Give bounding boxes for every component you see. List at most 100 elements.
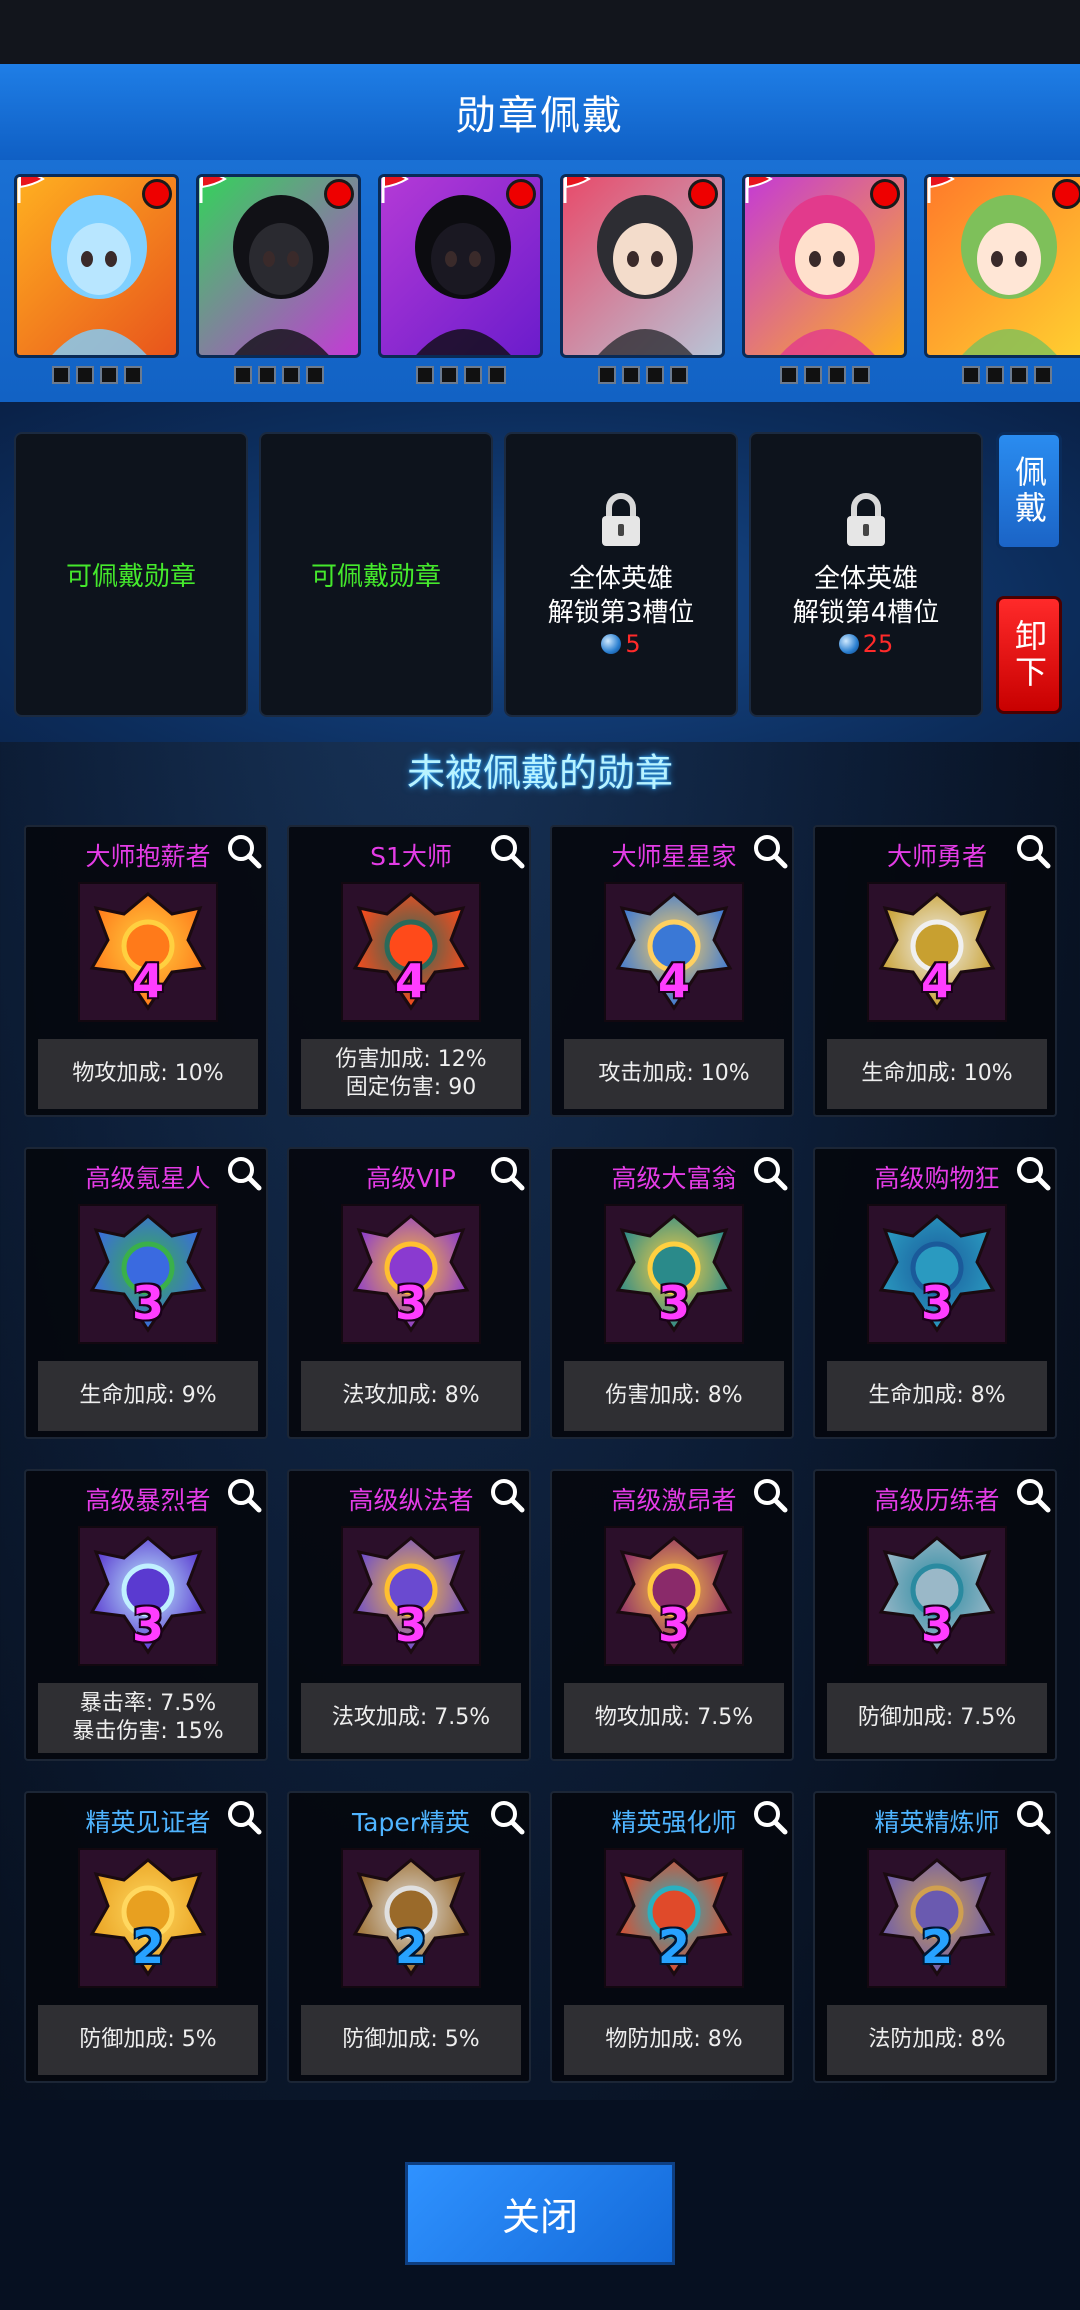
diamond-icon: [601, 633, 622, 654]
magnifier-icon[interactable]: [1013, 831, 1053, 871]
medal-card[interactable]: 高级暴烈者 3 暴击率: 7.5% 暴击伤害: 15%: [24, 1469, 268, 1761]
medal-card[interactable]: Taper精英 2 防御加成: 5%: [287, 1791, 531, 2083]
medal-pip: [985, 366, 1004, 384]
medal-card[interactable]: S1大师 4 伤害加成: 12% 固定伤害: 90: [287, 825, 531, 1117]
unequip-button[interactable]: 卸下: [996, 596, 1062, 714]
medal-pip: [1009, 366, 1028, 384]
lock-icon: [599, 492, 643, 548]
hero-portrait[interactable]: [560, 174, 725, 358]
locked-medal-slot[interactable]: 全体英雄 解锁第4槽位 25: [749, 432, 983, 717]
hero-portrait[interactable]: [196, 174, 361, 358]
hero-portrait[interactable]: [924, 174, 1080, 358]
medal-pip: [99, 366, 118, 384]
open-medal-slot[interactable]: 可佩戴勋章: [259, 432, 493, 717]
medal-level: 3: [394, 1276, 427, 1330]
hero-portrait[interactable]: [14, 174, 179, 358]
medal-card[interactable]: 精英强化师 2 物防加成: 8%: [550, 1791, 794, 2083]
hero-card[interactable]: [196, 174, 361, 399]
medal-card[interactable]: 大师勇者 4 生命加成: 10%: [813, 825, 1057, 1117]
medal-level: 3: [657, 1598, 690, 1652]
hero-card[interactable]: [742, 174, 907, 399]
hero-strip[interactable]: [0, 160, 1080, 402]
medal-card[interactable]: 高级激昂者 3 物攻加成: 7.5%: [550, 1469, 794, 1761]
red-flag-icon: [927, 177, 957, 205]
medal-card[interactable]: 高级VIP 3 法攻加成: 8%: [287, 1147, 531, 1439]
medal-stat-line: 物攻加成: 7.5%: [594, 1705, 754, 1730]
magnifier-icon[interactable]: [750, 831, 790, 871]
medal-stats: 生命加成: 9%: [38, 1361, 258, 1431]
magnifier-icon[interactable]: [224, 1797, 264, 1837]
medal-pip: [597, 366, 616, 384]
magnifier-icon[interactable]: [1013, 1797, 1053, 1837]
medal-stat-line: 物防加成: 8%: [605, 2027, 743, 2052]
equip-button[interactable]: 佩戴: [996, 432, 1062, 550]
medal-level: 3: [920, 1598, 953, 1652]
slot-label: 可佩戴勋章: [310, 562, 441, 592]
magnifier-icon[interactable]: [1013, 1153, 1053, 1193]
medal-pip: [803, 366, 822, 384]
hero-card[interactable]: [14, 174, 179, 399]
medal-pip: [75, 366, 94, 384]
hero-portrait[interactable]: [742, 174, 907, 358]
hero-card[interactable]: [560, 174, 725, 399]
medal-stat-line: 物攻加成: 10%: [72, 1061, 224, 1086]
hero-card[interactable]: [924, 174, 1080, 399]
magnifier-icon[interactable]: [224, 831, 264, 871]
medal-pip: [463, 366, 482, 384]
magnifier-icon[interactable]: [1013, 1475, 1053, 1515]
medal-stat-line: 生命加成: 10%: [861, 1061, 1013, 1086]
medal-stats: 物攻加成: 7.5%: [564, 1683, 784, 1753]
medal-pip: [123, 366, 142, 384]
notification-dot: [688, 179, 718, 209]
medal-pip: [415, 366, 434, 384]
medal-stat-line: 暴击率: 7.5%: [79, 1691, 217, 1716]
magnifier-icon[interactable]: [750, 1475, 790, 1515]
medal-stat-line: 法攻加成: 8%: [342, 1383, 480, 1408]
magnifier-icon[interactable]: [487, 831, 527, 871]
medal-card[interactable]: 高级大富翁 3 伤害加成: 8%: [550, 1147, 794, 1439]
medal-card[interactable]: 大师星星家 4 攻击加成: 10%: [550, 825, 794, 1117]
magnifier-icon[interactable]: [224, 1475, 264, 1515]
medal-pip: [1033, 366, 1052, 384]
medal-pip: [487, 366, 506, 384]
medal-stats: 攻击加成: 10%: [564, 1039, 784, 1109]
magnifier-icon[interactable]: [487, 1797, 527, 1837]
medal-pip: [621, 366, 640, 384]
medal-level: 4: [657, 954, 690, 1008]
medal-card[interactable]: 高级氪星人 3 生命加成: 9%: [24, 1147, 268, 1439]
medal-stats: 法防加成: 8%: [827, 2005, 1047, 2075]
medal-stat-line: 暴击伤害: 15%: [72, 1719, 224, 1744]
medal-stats: 伤害加成: 8%: [564, 1361, 784, 1431]
medal-stats: 物攻加成: 10%: [38, 1039, 258, 1109]
medal-stats: 伤害加成: 12% 固定伤害: 90: [301, 1039, 521, 1109]
medal-card[interactable]: 高级购物狂 3 生命加成: 8%: [813, 1147, 1057, 1439]
open-medal-slot[interactable]: 可佩戴勋章: [14, 432, 248, 717]
medal-pips: [924, 366, 1080, 384]
hero-card[interactable]: [378, 174, 543, 399]
medal-stat-line: 生命加成: 9%: [79, 1383, 217, 1408]
medal-pip: [961, 366, 980, 384]
medal-pips: [560, 366, 725, 384]
medal-stat-line: 防御加成: 7.5%: [857, 1705, 1017, 1730]
slot-label: 可佩戴勋章: [65, 562, 196, 592]
medal-card[interactable]: 高级历练者 3 防御加成: 7.5%: [813, 1469, 1057, 1761]
magnifier-icon[interactable]: [750, 1797, 790, 1837]
magnifier-icon[interactable]: [224, 1153, 264, 1193]
magnifier-icon[interactable]: [750, 1153, 790, 1193]
cost-value: 25: [862, 629, 894, 658]
medal-level: 3: [920, 1276, 953, 1330]
magnifier-icon[interactable]: [487, 1475, 527, 1515]
medal-card[interactable]: 高级纵法者 3 法攻加成: 7.5%: [287, 1469, 531, 1761]
hero-portrait[interactable]: [378, 174, 543, 358]
medal-level: 4: [131, 954, 164, 1008]
magnifier-icon[interactable]: [487, 1153, 527, 1193]
close-button[interactable]: 关闭: [405, 2162, 675, 2265]
medal-card[interactable]: 精英见证者 2 防御加成: 5%: [24, 1791, 268, 2083]
medal-stats: 暴击率: 7.5% 暴击伤害: 15%: [38, 1683, 258, 1753]
status-bar: [0, 0, 1080, 64]
locked-medal-slot[interactable]: 全体英雄 解锁第3槽位 5: [504, 432, 738, 717]
medal-pip: [827, 366, 846, 384]
slot-unlock-text: 解锁第4槽位: [792, 597, 940, 628]
medal-card[interactable]: 大师抱薪者 4 物攻加成: 10%: [24, 825, 268, 1117]
medal-card[interactable]: 精英精炼师 2 法防加成: 8%: [813, 1791, 1057, 2083]
